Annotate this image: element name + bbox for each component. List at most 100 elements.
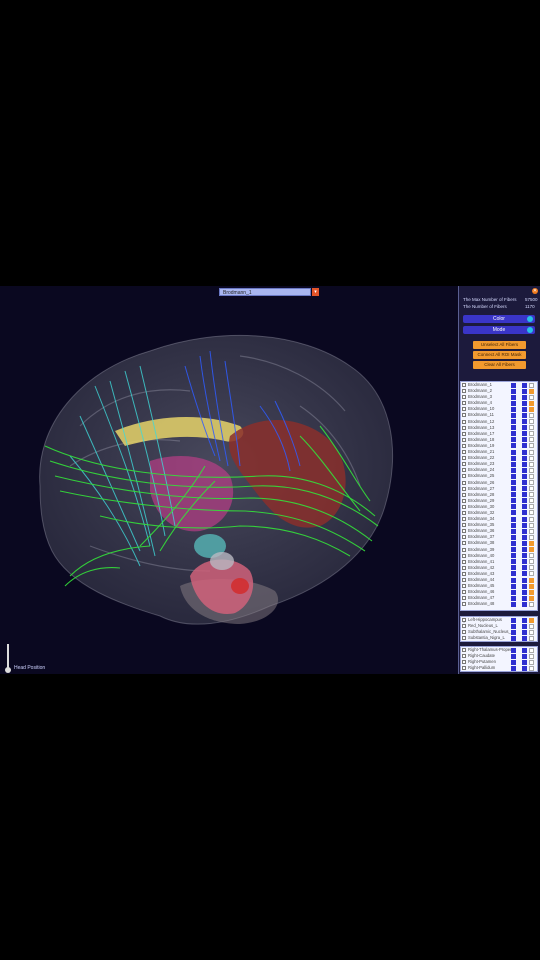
highlight-toggle[interactable] — [529, 419, 534, 425]
color-swatch-icon[interactable] — [511, 498, 516, 504]
checkbox[interactable] — [462, 468, 466, 473]
highlight-toggle[interactable] — [529, 635, 534, 641]
highlight-toggle[interactable] — [529, 498, 534, 504]
checkbox[interactable] — [462, 443, 466, 448]
highlight-toggle[interactable] — [529, 443, 534, 449]
checkbox[interactable] — [462, 517, 466, 522]
checkbox[interactable] — [462, 425, 466, 430]
highlight-toggle[interactable] — [529, 522, 534, 528]
brodmann-list[interactable]: Brodmann_1 Brodmann_2 Brodmann_3 Brodmann_4… — [460, 381, 538, 611]
highlight-toggle[interactable] — [529, 559, 534, 565]
highlight-toggle[interactable] — [529, 589, 534, 595]
highlight-toggle[interactable] — [529, 623, 534, 629]
highlight-toggle[interactable] — [529, 437, 534, 443]
highlight-toggle[interactable] — [529, 665, 534, 671]
checkbox[interactable] — [462, 474, 466, 479]
color-swatch-icon[interactable] — [511, 601, 516, 607]
color-swatch-icon[interactable] — [511, 382, 516, 388]
mode-swatch-icon[interactable] — [522, 382, 527, 388]
connect-roi-mask-button[interactable]: Connect All ROI Mask — [473, 351, 526, 359]
checkbox[interactable] — [462, 480, 466, 485]
mode-swatch-icon[interactable] — [522, 443, 527, 449]
color-swatch-icon[interactable] — [511, 617, 516, 623]
highlight-toggle[interactable] — [529, 492, 534, 498]
color-swatch-icon[interactable] — [511, 504, 516, 510]
highlight-toggle[interactable] — [529, 629, 534, 635]
color-swatch-icon[interactable] — [511, 565, 516, 571]
checkbox[interactable] — [462, 389, 466, 394]
checkbox[interactable] — [462, 584, 466, 589]
checkbox[interactable] — [462, 523, 466, 528]
highlight-toggle[interactable] — [529, 486, 534, 492]
checkbox[interactable] — [462, 553, 466, 558]
highlight-toggle[interactable] — [529, 571, 534, 577]
mode-swatch-icon[interactable] — [522, 571, 527, 577]
color-swatch-icon[interactable] — [511, 394, 516, 400]
mode-swatch-icon[interactable] — [522, 406, 527, 412]
region-selector-dropdown-button[interactable]: ▾ — [312, 288, 319, 296]
checkbox[interactable] — [462, 450, 466, 455]
color-swatch-icon[interactable] — [511, 528, 516, 534]
mode-swatch-icon[interactable] — [522, 565, 527, 571]
list-item[interactable]: Substantia_Nigra_L — [461, 635, 537, 641]
mode-swatch-icon[interactable] — [522, 425, 527, 431]
color-swatch-icon[interactable] — [511, 553, 516, 559]
color-swatch-icon[interactable] — [511, 629, 516, 635]
checkbox[interactable] — [462, 547, 466, 552]
checkbox[interactable] — [462, 565, 466, 570]
mode-swatch-icon[interactable] — [522, 473, 527, 479]
highlight-toggle[interactable] — [529, 400, 534, 406]
highlight-toggle[interactable] — [529, 480, 534, 485]
highlight-toggle[interactable] — [529, 534, 534, 540]
highlight-toggle[interactable] — [529, 516, 534, 522]
checkbox[interactable] — [462, 407, 466, 412]
mode-swatch-icon[interactable] — [522, 412, 527, 418]
highlight-toggle[interactable] — [529, 473, 534, 479]
mode-swatch-icon[interactable] — [522, 449, 527, 455]
mode-swatch-icon[interactable] — [522, 589, 527, 595]
mode-swatch-icon[interactable] — [522, 510, 527, 516]
checkbox[interactable] — [462, 413, 466, 418]
highlight-toggle[interactable] — [529, 431, 534, 437]
mode-swatch-icon[interactable] — [522, 419, 527, 425]
color-swatch-icon[interactable] — [511, 492, 516, 498]
mode-swatch-icon[interactable] — [522, 431, 527, 437]
checkbox[interactable] — [462, 636, 466, 641]
color-swatch-icon[interactable] — [511, 522, 516, 528]
checkbox[interactable] — [462, 596, 466, 601]
highlight-toggle[interactable] — [529, 617, 534, 623]
mode-swatch-icon[interactable] — [522, 553, 527, 559]
mode-swatch-icon[interactable] — [522, 647, 527, 653]
checkbox[interactable] — [462, 602, 466, 607]
mode-swatch-icon[interactable] — [522, 653, 527, 659]
highlight-toggle[interactable] — [529, 394, 534, 400]
checkbox[interactable] — [462, 541, 466, 546]
mode-swatch-icon[interactable] — [522, 595, 527, 601]
color-swatch-icon[interactable] — [511, 623, 516, 629]
checkbox[interactable] — [462, 624, 466, 629]
color-swatch-icon[interactable] — [511, 665, 516, 671]
mode-swatch-icon[interactable] — [522, 635, 527, 641]
color-swatch-icon[interactable] — [511, 635, 516, 641]
highlight-toggle[interactable] — [529, 565, 534, 571]
checkbox[interactable]: ✓ — [462, 618, 467, 624]
color-swatch-icon[interactable] — [511, 547, 516, 553]
mode-swatch-icon[interactable] — [522, 492, 527, 498]
mode-swatch-icon[interactable] — [522, 504, 527, 510]
checkbox[interactable] — [462, 492, 466, 497]
color-swatch-icon[interactable] — [511, 540, 516, 546]
color-swatch-icon[interactable] — [511, 412, 516, 418]
highlight-toggle[interactable] — [529, 504, 534, 510]
color-swatch-icon[interactable] — [511, 406, 516, 412]
mode-swatch-icon[interactable] — [522, 394, 527, 400]
color-swatch-icon[interactable] — [511, 388, 516, 394]
mode-swatch-icon[interactable] — [522, 577, 527, 583]
color-swatch-icon[interactable] — [511, 425, 516, 431]
checkbox[interactable] — [462, 504, 466, 509]
color-swatch-icon[interactable] — [511, 647, 516, 653]
color-swatch-icon[interactable] — [511, 510, 516, 516]
head-position-slider-handle[interactable] — [5, 667, 11, 673]
color-swatch-icon[interactable] — [511, 449, 516, 455]
checkbox[interactable] — [462, 578, 466, 582]
close-icon[interactable]: ✕ — [532, 288, 538, 294]
